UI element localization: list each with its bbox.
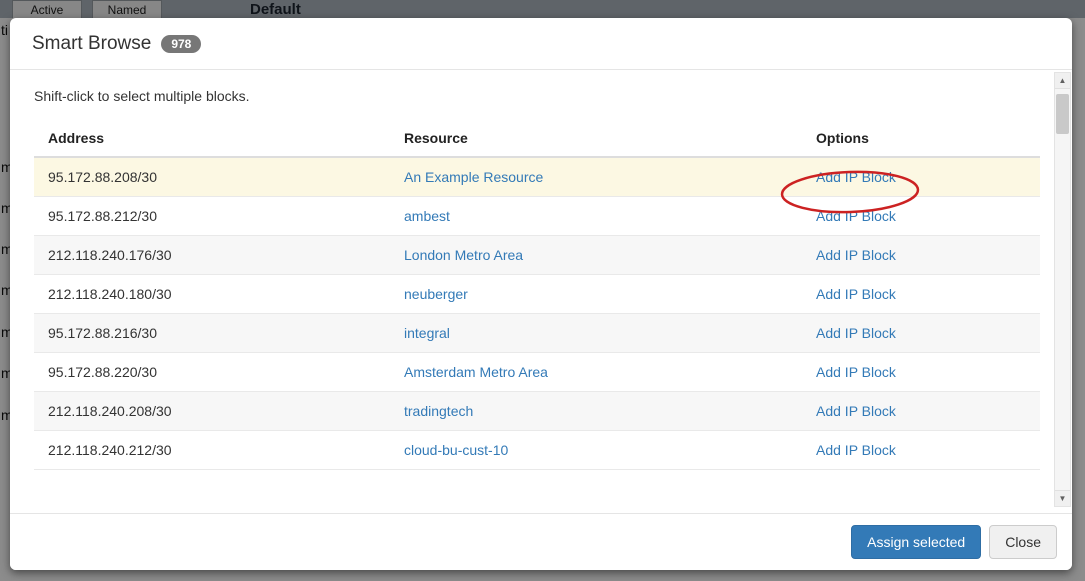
scrollbar-thumb[interactable] xyxy=(1056,94,1069,134)
column-header-address: Address xyxy=(34,122,390,157)
address-cell[interactable]: 212.118.240.208/30 xyxy=(34,392,390,431)
table-header-row: Address Resource Options xyxy=(34,122,1040,157)
address-cell[interactable]: 95.172.88.220/30 xyxy=(34,353,390,392)
modal-body: Shift-click to select multiple blocks. A… xyxy=(10,70,1072,470)
address-cell[interactable]: 95.172.88.208/30 xyxy=(34,157,390,197)
table-row[interactable]: 95.172.88.216/30 integral Add IP Block xyxy=(34,314,1040,353)
resource-link[interactable]: An Example Resource xyxy=(404,169,543,185)
table-row[interactable]: 212.118.240.208/30 tradingtech Add IP Bl… xyxy=(34,392,1040,431)
address-cell[interactable]: 95.172.88.212/30 xyxy=(34,197,390,236)
scrollbar-up-arrow-icon[interactable]: ▲ xyxy=(1055,73,1070,89)
add-ip-block-link[interactable]: Add IP Block xyxy=(816,169,896,185)
resource-link[interactable]: cloud-bu-cust-10 xyxy=(404,442,508,458)
resource-link[interactable]: tradingtech xyxy=(404,403,473,419)
close-button[interactable]: Close xyxy=(989,525,1057,559)
table-row[interactable]: 212.118.240.212/30 cloud-bu-cust-10 Add … xyxy=(34,431,1040,470)
table-row[interactable]: 212.118.240.176/30 London Metro Area Add… xyxy=(34,236,1040,275)
modal-title: Smart Browse xyxy=(32,33,151,55)
blocks-table: Address Resource Options 95.172.88.208/3… xyxy=(34,122,1040,470)
resource-link[interactable]: neuberger xyxy=(404,286,468,302)
column-header-resource: Resource xyxy=(390,122,802,157)
resource-link[interactable]: London Metro Area xyxy=(404,247,523,263)
modal-footer: Assign selected Close xyxy=(10,513,1072,570)
add-ip-block-link[interactable]: Add IP Block xyxy=(816,364,896,380)
table-row[interactable]: 95.172.88.220/30 Amsterdam Metro Area Ad… xyxy=(34,353,1040,392)
address-cell[interactable]: 212.118.240.180/30 xyxy=(34,275,390,314)
add-ip-block-link[interactable]: Add IP Block xyxy=(816,208,896,224)
resource-link[interactable]: integral xyxy=(404,325,450,341)
add-ip-block-link[interactable]: Add IP Block xyxy=(816,286,896,302)
count-badge: 978 xyxy=(161,35,201,53)
table-scrollbar[interactable]: ▲ ▼ xyxy=(1054,72,1071,507)
address-cell[interactable]: 212.118.240.212/30 xyxy=(34,431,390,470)
table-row[interactable]: 95.172.88.208/30 An Example Resource Add… xyxy=(34,157,1040,197)
column-header-options: Options xyxy=(802,122,1040,157)
scrollbar-down-arrow-icon[interactable]: ▼ xyxy=(1055,490,1070,506)
assign-selected-button[interactable]: Assign selected xyxy=(851,525,981,559)
resource-link[interactable]: Amsterdam Metro Area xyxy=(404,364,548,380)
smart-browse-modal: Smart Browse 978 Shift-click to select m… xyxy=(10,18,1072,570)
address-cell[interactable]: 212.118.240.176/30 xyxy=(34,236,390,275)
add-ip-block-link[interactable]: Add IP Block xyxy=(816,403,896,419)
table-row[interactable]: 212.118.240.180/30 neuberger Add IP Bloc… xyxy=(34,275,1040,314)
add-ip-block-link[interactable]: Add IP Block xyxy=(816,247,896,263)
resource-link[interactable]: ambest xyxy=(404,208,450,224)
table-row[interactable]: 95.172.88.212/30 ambest Add IP Block xyxy=(34,197,1040,236)
modal-header: Smart Browse 978 xyxy=(10,18,1072,70)
add-ip-block-link[interactable]: Add IP Block xyxy=(816,325,896,341)
instruction-text: Shift-click to select multiple blocks. xyxy=(34,88,1048,104)
address-cell[interactable]: 95.172.88.216/30 xyxy=(34,314,390,353)
add-ip-block-link[interactable]: Add IP Block xyxy=(816,442,896,458)
